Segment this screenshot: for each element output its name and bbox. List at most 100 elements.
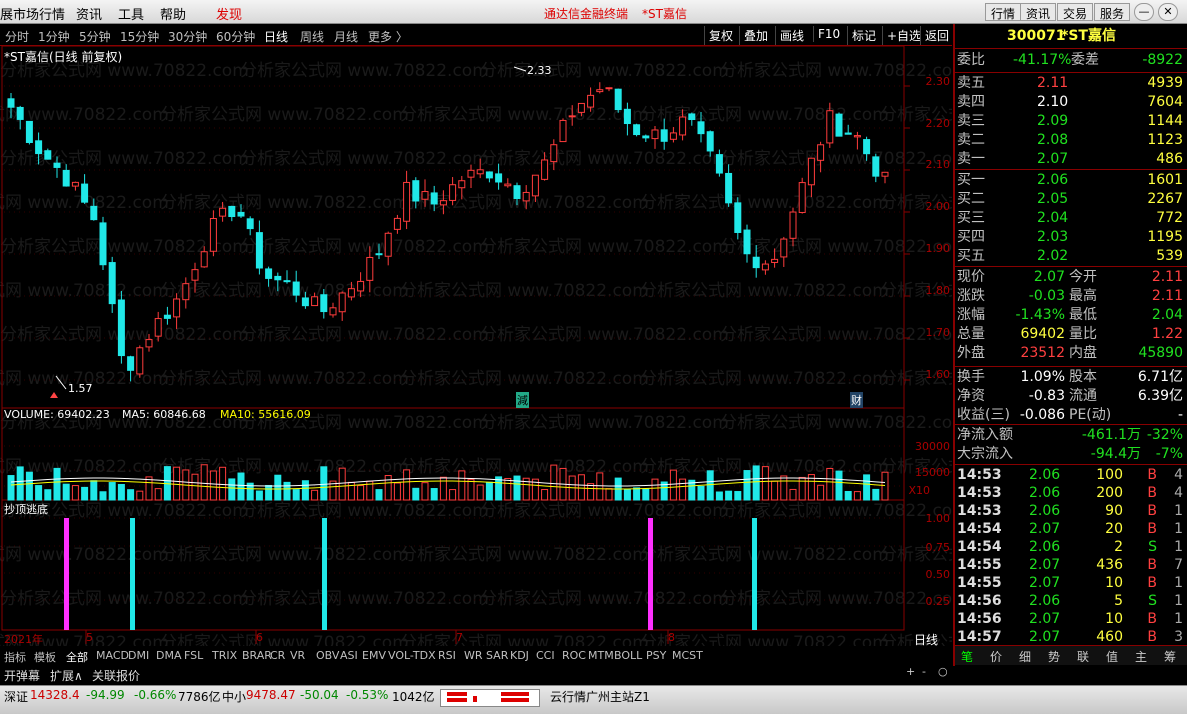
zoom-in-icon[interactable]: + — [906, 665, 915, 678]
indicator-tab[interactable]: VOL-TDX — [388, 649, 436, 662]
tab-daily[interactable]: 日线 — [264, 28, 288, 45]
btn-quote[interactable]: 行情 — [985, 3, 1022, 21]
menu-discover[interactable]: 发现 — [216, 4, 242, 23]
tab-fenshi[interactable]: 分时 — [5, 28, 29, 45]
indicator-tab[interactable]: BRAR — [242, 649, 272, 662]
buy-row[interactable]: 买三 2.04 772 — [957, 209, 1185, 228]
tab-danmu[interactable]: 开弹幕 — [4, 667, 40, 684]
stat2-row[interactable]: 净资 -0.83 流通 6.39亿 — [957, 387, 1185, 406]
tab-expand[interactable]: 扩展∧ — [50, 667, 83, 684]
buy-row[interactable]: 买五 2.02 539 — [957, 247, 1185, 266]
indicator-tab[interactable]: KDJ — [510, 649, 529, 662]
sell-row[interactable]: 卖五 2.11 4939 — [957, 74, 1185, 93]
indicator-tab[interactable]: BOLL — [614, 649, 642, 662]
indicator-tab[interactable]: ROC — [562, 649, 586, 662]
indicator-tab[interactable]: RSI — [438, 649, 456, 662]
quote-tab[interactable]: 主 — [1135, 648, 1147, 665]
tab-monthly[interactable]: 月线 — [334, 28, 358, 45]
marker-cai[interactable]: 财 — [850, 392, 863, 408]
server-label[interactable]: 云行情广州主站Z1 — [550, 688, 650, 705]
flow-row[interactable]: 大宗流入 -94.4万 -7% — [957, 445, 1185, 464]
indicator-tab[interactable]: MACD — [96, 649, 129, 662]
flow-row[interactable]: 净流入额 -461.1万 -32% — [957, 426, 1185, 445]
indicator-tab[interactable]: DMA — [156, 649, 182, 662]
stat-row[interactable]: 涨跌 -0.03 最高 2.11 — [957, 287, 1185, 306]
zx-index[interactable]: 9478.47 — [246, 688, 296, 702]
indicator-tab[interactable]: MCST — [672, 649, 703, 662]
tick-row[interactable]: 14:54 2.07 20 B 1 — [957, 520, 1185, 539]
indicator-tab[interactable]: EMV — [362, 649, 386, 662]
menu-tools[interactable]: 工具 — [118, 4, 144, 23]
btn-f10[interactable]: F10 — [813, 26, 844, 42]
indicator-tab[interactable]: 全部 — [66, 649, 88, 665]
tab-30min[interactable]: 30分钟 — [168, 28, 207, 45]
indicator-tab[interactable]: ASI — [340, 649, 358, 662]
buy-row[interactable]: 买四 2.03 1195 — [957, 228, 1185, 247]
stat2-row[interactable]: 换手 1.09% 股本 6.71亿 — [957, 368, 1185, 387]
indicator-tab[interactable]: TRIX — [212, 649, 237, 662]
marker-jian[interactable]: 減 — [516, 392, 529, 408]
stat2-row[interactable]: 收益(三) -0.086 PE(动) - — [957, 406, 1185, 425]
stat-row[interactable]: 总量 69402 量比 1.22 — [957, 325, 1185, 344]
tab-more[interactable]: 更多 〉 — [368, 28, 408, 45]
indicator-tab[interactable]: VR — [290, 649, 305, 662]
quote-tab[interactable]: 价 — [990, 648, 1002, 665]
quote-tab[interactable]: 细 — [1019, 648, 1031, 665]
menu-news[interactable]: 资讯 — [76, 4, 102, 23]
buy-row[interactable]: 买二 2.05 2267 — [957, 190, 1185, 209]
btn-fuquan[interactable]: 复权 — [704, 26, 737, 45]
btn-back[interactable]: 返回 — [920, 26, 953, 45]
kline-chart-svg[interactable] — [0, 46, 952, 647]
indicator-tab[interactable]: MTM — [588, 649, 614, 662]
stat-row[interactable]: 涨幅 -1.43% 最低 2.04 — [957, 306, 1185, 325]
sell-row[interactable]: 卖四 2.10 7604 — [957, 93, 1185, 112]
stat-row[interactable]: 外盘 23512 内盘 45890 — [957, 344, 1185, 363]
quote-tab[interactable]: 笔 — [961, 648, 973, 665]
indicator-tab[interactable]: 指标 — [4, 649, 26, 665]
tick-row[interactable]: 14:53 2.06 100 B 4 — [957, 466, 1185, 485]
indicator-tab[interactable]: 模板 — [34, 649, 56, 665]
quote-tab[interactable]: 筹 — [1164, 648, 1176, 665]
indicator-tab[interactable]: DMI — [128, 649, 149, 662]
btn-zixuan[interactable]: +自选 — [882, 26, 925, 45]
tab-60min[interactable]: 60分钟 — [216, 28, 255, 45]
tick-row[interactable]: 14:55 2.07 10 B 1 — [957, 574, 1185, 593]
btn-trade[interactable]: 交易 — [1057, 3, 1094, 21]
circle-icon[interactable]: ○ — [938, 665, 948, 678]
quote-tab[interactable]: 值 — [1106, 648, 1118, 665]
btn-diejia[interactable]: 叠加 — [739, 26, 772, 45]
sell-row[interactable]: 卖一 2.07 486 — [957, 150, 1185, 169]
btn-huaxian[interactable]: 画线 — [775, 26, 808, 45]
indicator-tab[interactable]: FSL — [184, 649, 203, 662]
btn-service[interactable]: 服务 — [1094, 3, 1131, 21]
tick-row[interactable]: 14:55 2.07 436 B 7 — [957, 556, 1185, 575]
indicator-tab[interactable]: CCI — [536, 649, 555, 662]
zoom-out-icon[interactable]: - — [922, 665, 926, 678]
indicator-tab[interactable]: WR — [464, 649, 483, 662]
tick-row[interactable]: 14:56 2.06 5 S 1 — [957, 592, 1185, 611]
tick-row[interactable]: 14:54 2.06 2 S 1 — [957, 538, 1185, 557]
indicator-tab[interactable]: CR — [270, 649, 285, 662]
tick-row[interactable]: 14:53 2.06 90 B 1 — [957, 502, 1185, 521]
indicator-tab[interactable]: SAR — [486, 649, 508, 662]
minimize-icon[interactable]: — — [1134, 3, 1154, 21]
sell-row[interactable]: 卖二 2.08 1123 — [957, 131, 1185, 150]
menu-market[interactable]: 展市场行情 — [0, 4, 65, 23]
tab-5min[interactable]: 5分钟 — [79, 28, 111, 45]
tick-row[interactable]: 14:56 2.07 10 B 1 — [957, 610, 1185, 629]
buy-row[interactable]: 买一 2.06 1601 — [957, 171, 1185, 190]
indicator-tab[interactable]: PSY — [646, 649, 666, 662]
btn-info[interactable]: 资讯 — [1020, 3, 1057, 21]
tab-15min[interactable]: 15分钟 — [120, 28, 159, 45]
sz-index[interactable]: 14328.4 — [30, 688, 80, 702]
close-icon[interactable]: ✕ — [1158, 3, 1178, 21]
tick-row[interactable]: 14:53 2.06 200 B 4 — [957, 484, 1185, 503]
sell-row[interactable]: 卖三 2.09 1144 — [957, 112, 1185, 131]
tab-weekly[interactable]: 周线 — [300, 28, 324, 45]
menu-help[interactable]: 帮助 — [160, 4, 186, 23]
tab-related[interactable]: 关联报价 — [92, 667, 140, 684]
quote-tab[interactable]: 联 — [1077, 648, 1089, 665]
quote-tab[interactable]: 势 — [1048, 648, 1060, 665]
indicator-tab[interactable]: OBV — [316, 649, 339, 662]
btn-biaoji[interactable]: 标记 — [847, 26, 880, 45]
